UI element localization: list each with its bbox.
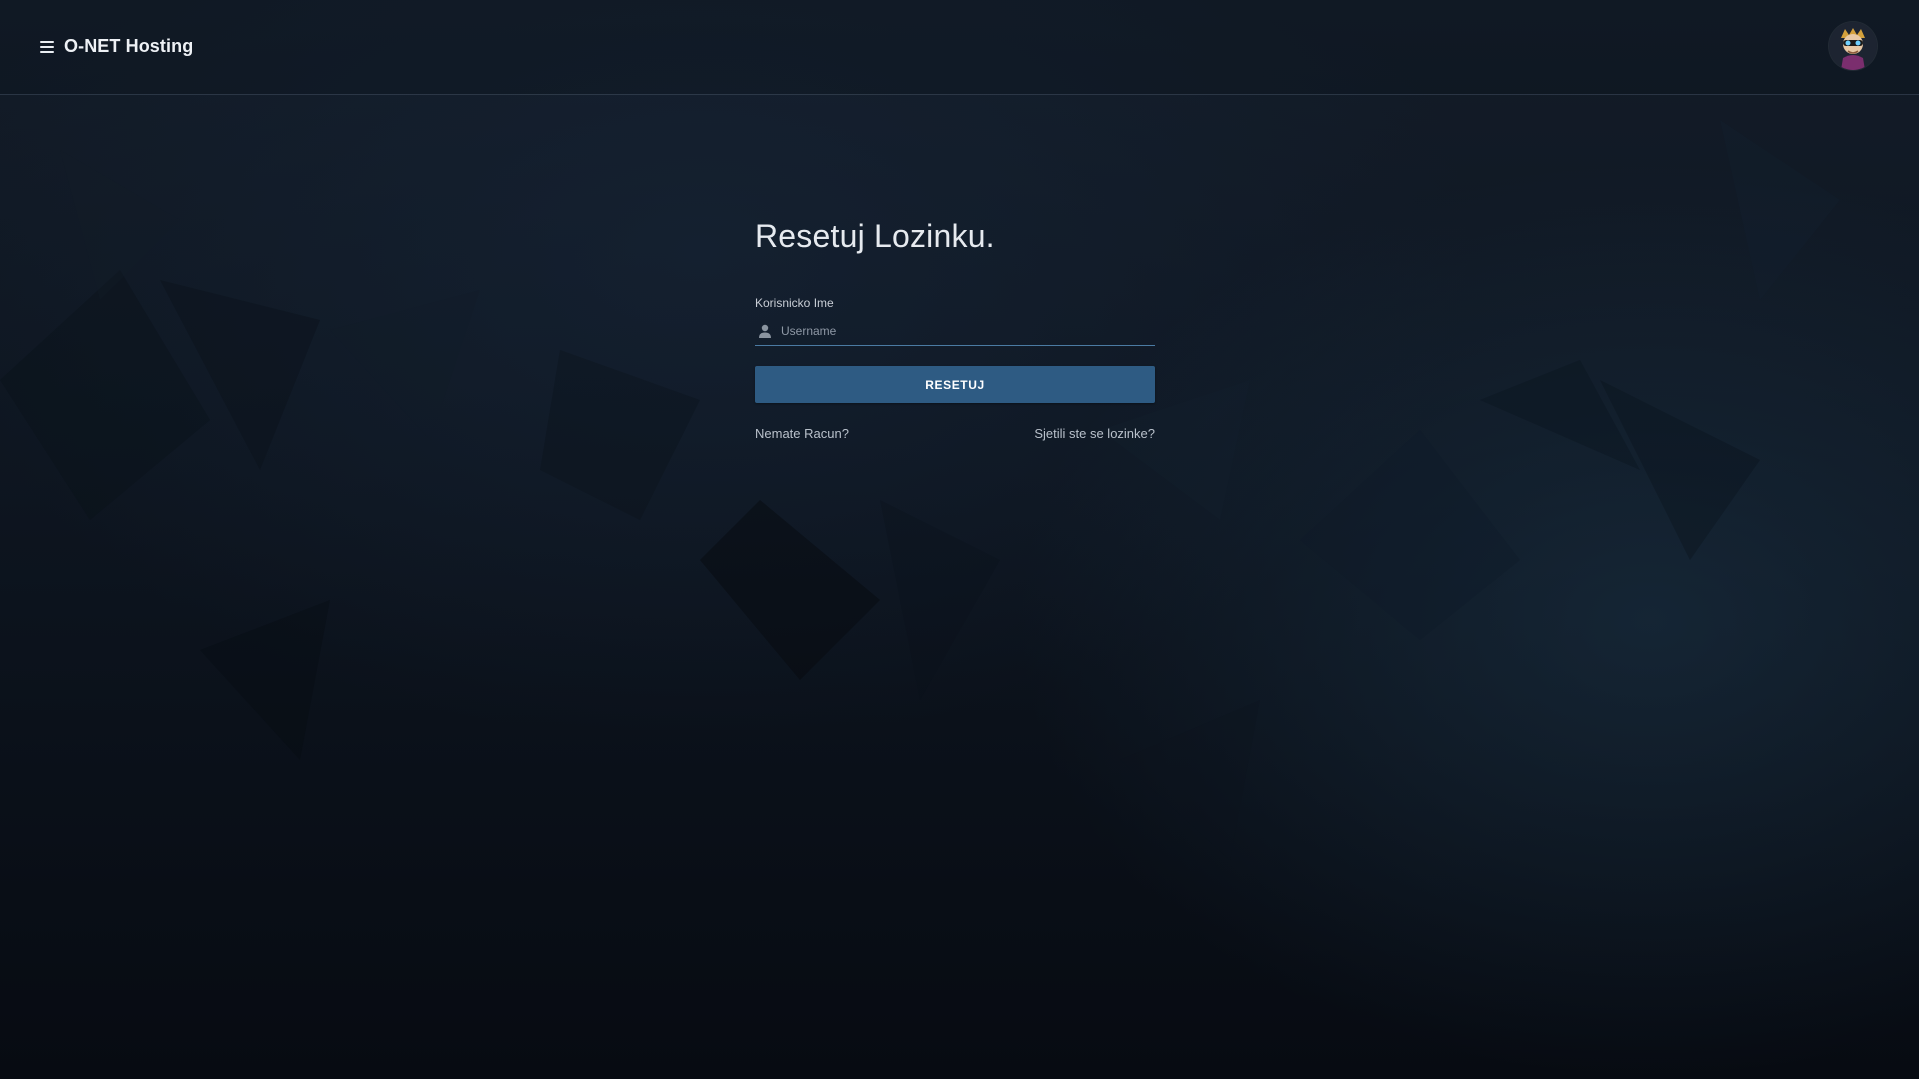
brand-name: O-NET Hosting — [64, 36, 194, 56]
user-icon — [759, 324, 771, 338]
register-link[interactable]: Nemate Racun? — [755, 426, 849, 441]
top-navbar: O-NET Hosting — [0, 0, 1919, 95]
avatar-icon — [1829, 22, 1877, 70]
reset-button[interactable]: RESETUJ — [755, 366, 1155, 403]
reset-password-form: Resetuj Lozinku. Korisnicko Ime RESETUJ … — [755, 214, 1155, 441]
username-field-row — [755, 317, 1155, 346]
username-label: Korisnicko Ime — [755, 296, 834, 310]
brand-menu-toggle[interactable]: O-NET Hosting — [40, 36, 193, 57]
user-avatar[interactable] — [1829, 22, 1877, 70]
page-title: Resetuj Lozinku. — [755, 218, 995, 254]
remember-password-link[interactable]: Sjetili ste se lozinke? — [1034, 426, 1155, 441]
username-input[interactable] — [781, 318, 1155, 344]
hamburger-menu-icon[interactable] — [40, 40, 54, 53]
form-links: Nemate Racun? Sjetili ste se lozinke? — [755, 426, 1155, 441]
background-pattern — [0, 120, 1840, 860]
